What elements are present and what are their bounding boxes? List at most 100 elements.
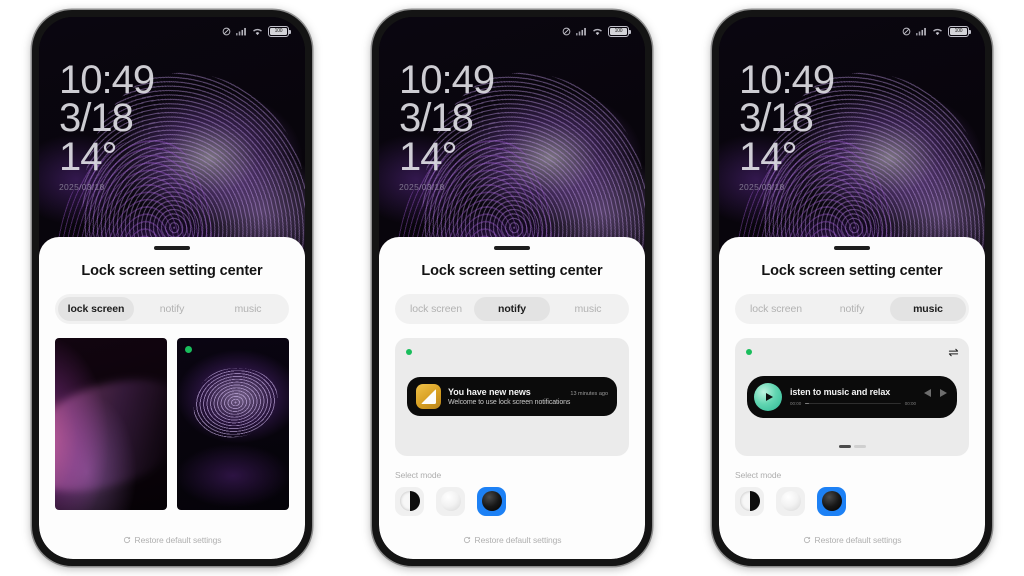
previous-track-icon[interactable] [924,388,931,397]
wallpaper-thumb-purple-lighttrail[interactable] [177,337,289,510]
notification-subtitle: Welcome to use lock screen notifications [448,399,571,406]
mode-auto[interactable] [735,486,764,516]
battery-icon: 100 [948,26,971,37]
tab-music[interactable]: music [210,297,286,321]
select-mode-label: Select mode [735,469,782,480]
wifi-icon [933,28,942,36]
refresh-icon [123,537,130,544]
clock-date: 3/18 [59,96,134,141]
tab-music[interactable]: music [890,296,966,321]
restore-label: Restore default settings [474,535,562,545]
tab-notify[interactable]: notify [134,297,210,321]
mode-auto-swatch [399,491,420,511]
restore-default-settings-button[interactable]: Restore default settings [395,526,629,559]
select-mode-options [735,486,969,516]
mode-dark[interactable] [817,486,846,516]
mode-light[interactable] [436,486,465,516]
do-not-disturb-icon [902,27,911,36]
phone-screen: 100 10:49 3/18 14° 2025/03/18 Lock scree… [39,17,305,559]
notification-text: You have new news 13 minutes ago Welcome… [448,387,608,406]
news-app-icon [416,384,441,409]
notification-title-row: You have new news 13 minutes ago [448,387,608,397]
clock-full-date-text: 2025/03/18 [739,182,785,193]
battery-level: 100 [610,28,627,35]
restore-default-settings-button[interactable]: Restore default settings [735,526,969,559]
page-dot[interactable] [838,445,851,448]
battery-level: 100 [950,28,967,35]
mode-dark-swatch [821,491,842,511]
clock-temperature: 14° [59,134,118,179]
status-bar: 100 [902,26,971,37]
notification-title: You have new news [448,387,531,397]
notification-time: 13 minutes ago [570,391,608,397]
lock-screen-setting-sheet: Lock screen setting center lock screen n… [719,237,985,559]
drag-handle[interactable] [154,246,190,250]
tab-notify[interactable]: notify [474,296,550,321]
mode-light[interactable] [776,486,805,516]
lock-clock: 10:49 3/18 14° 2025/03/18 [399,60,495,193]
battery-icon: 100 [608,26,631,37]
music-progress-bar[interactable] [805,402,901,405]
music-controls [924,388,947,405]
mode-auto-swatch [739,491,760,511]
tab-bar: lock screen notify music [55,293,289,324]
play-icon[interactable] [765,392,773,401]
clock-full-date: 2025/03/18 [739,182,834,193]
status-dot [406,348,412,355]
mode-light-swatch [780,491,801,511]
next-track-icon[interactable] [940,388,947,397]
mode-auto[interactable] [395,486,424,516]
cellular-signal-icon [576,27,586,36]
restore-label: Restore default settings [814,535,902,545]
notification-preview-panel: You have new news 13 minutes ago Welcome… [395,337,629,456]
tab-lock-screen[interactable]: lock screen [398,297,474,321]
music-title: isten to music and relax [790,387,891,397]
do-not-disturb-icon [222,27,231,36]
page-title: Lock screen setting center [421,262,603,279]
refresh-icon [803,537,810,544]
drag-handle[interactable] [834,246,870,250]
wallpaper-selected-dot [185,345,192,353]
phone-notify: 100 10:49 3/18 14° 2025/03/18 Lock scree… [372,10,652,566]
select-mode-label: Select mode [395,469,442,480]
clock-full-date: 2025/03/18 [399,182,494,193]
clock-full-date-text: 2025/03/18 [399,182,445,193]
screenshot-stage: 100 10:49 3/18 14° 2025/03/18 Lock scree… [0,0,1024,576]
lock-screen-setting-sheet: Lock screen setting center lock screen n… [39,237,305,559]
status-dot [746,348,752,355]
music-player-card[interactable]: isten to music and relax 00:00 00:00 [747,375,957,418]
tab-notify[interactable]: notify [814,297,890,321]
music-info: isten to music and relax 00:00 00:00 [790,387,916,406]
clock-temperature: 14° [739,134,798,179]
phone-lock-screen: 100 10:49 3/18 14° 2025/03/18 Lock scree… [32,10,312,566]
tab-bar: lock screen notify music [735,293,969,324]
status-bar: 100 [562,26,631,37]
clock-time: 10:49 [739,58,835,102]
wifi-icon [593,28,602,36]
mode-dark[interactable] [477,486,506,516]
lock-clock: 10:49 3/18 14° 2025/03/18 [739,58,835,193]
select-mode-options [395,486,629,516]
page-title: Lock screen setting center [761,262,943,279]
music-elapsed: 00:00 [790,401,802,406]
do-not-disturb-icon [562,27,571,36]
restore-default-settings-button[interactable]: Restore default settings [55,526,289,559]
drag-handle[interactable] [494,246,530,250]
tab-bar: lock screen notify music [395,293,629,324]
tab-lock-screen[interactable]: lock screen [58,296,134,321]
refresh-icon [463,537,470,544]
phone-screen: 100 10:49 3/18 14° 2025/03/18 Lock scree… [379,17,645,559]
status-bar: 100 [222,26,291,37]
phone-screen: 100 10:49 3/18 14° 2025/03/18 Lock scree… [719,17,985,559]
page-dot[interactable] [853,445,866,448]
wallpaper-thumb-pink-smoke[interactable] [55,337,167,510]
shuffle-swap-icon[interactable] [948,347,959,358]
notification-card[interactable]: You have new news 13 minutes ago Welcome… [407,377,617,416]
music-progress[interactable]: 00:00 00:00 [790,401,916,406]
tab-music[interactable]: music [550,297,626,321]
page-indicator [735,445,969,448]
album-art [754,382,782,411]
clock-date: 3/18 [739,96,814,141]
tab-lock-screen[interactable]: lock screen [738,297,814,321]
cellular-signal-icon [236,27,246,36]
